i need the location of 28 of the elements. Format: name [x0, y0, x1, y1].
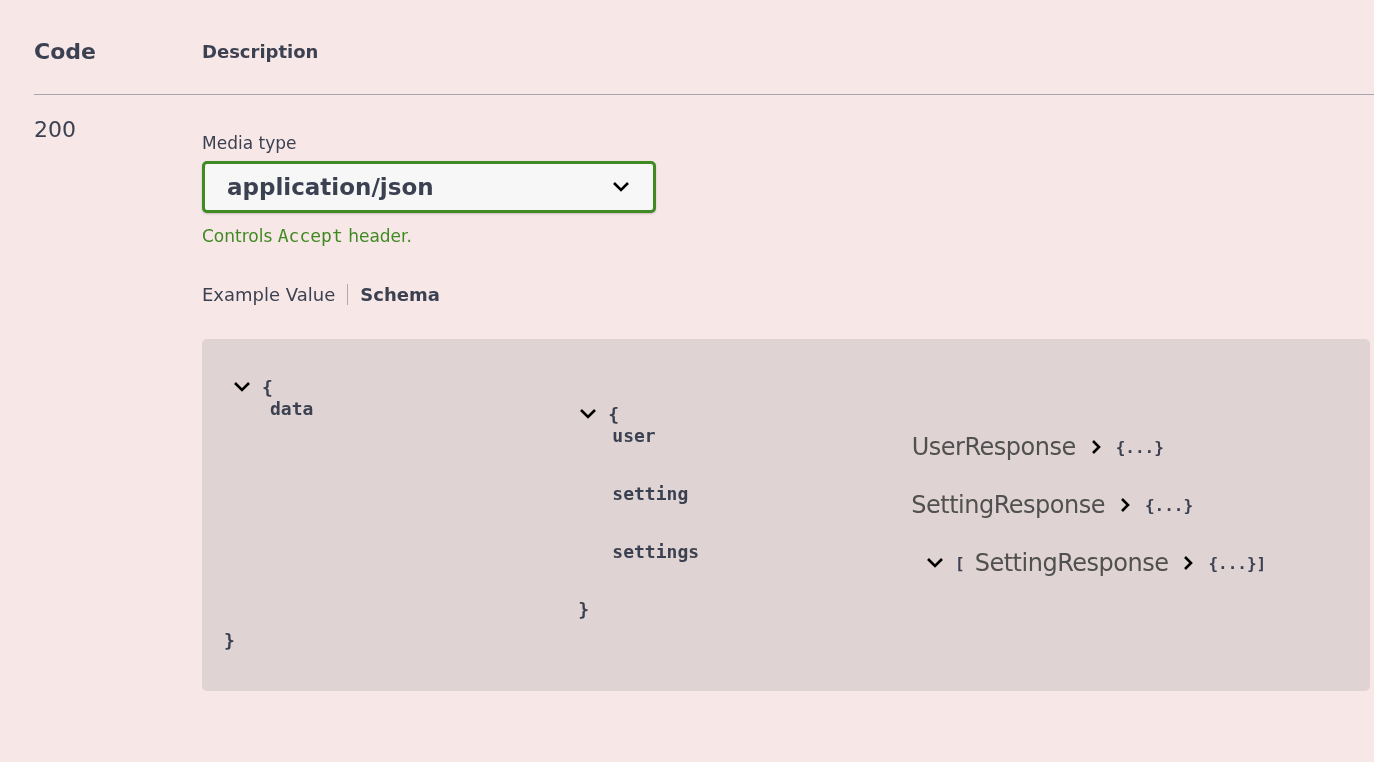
column-header: Code [34, 37, 97, 64]
type-name: SettingResponse [974, 549, 1169, 577]
array-open-bracket: [ [955, 553, 965, 573]
property-key: setting [612, 483, 689, 504]
media-type-label: Media type [202, 133, 297, 153]
collapsed-object[interactable]: {...} [1115, 437, 1164, 457]
chevron-down-icon[interactable] [578, 407, 599, 421]
chevron-down-icon[interactable] [232, 380, 252, 394]
type-name: SettingResponse [911, 491, 1105, 519]
chevron-down-icon[interactable] [611, 180, 631, 194]
open-brace: { [262, 377, 273, 398]
close-brace: } [578, 599, 590, 620]
response-code: 200 [34, 117, 77, 144]
chevron-down-icon[interactable] [925, 555, 946, 570]
property-key: settings [612, 541, 700, 562]
tab[interactable]: Schema [347, 284, 452, 305]
open-brace: { [608, 404, 620, 425]
close-brace: } [224, 630, 235, 651]
hint-text: Controls Accept header. [202, 225, 412, 246]
tab[interactable]: Example Value [202, 284, 348, 305]
column-header: Description [202, 39, 320, 62]
collapsed-object[interactable]: {...} [1208, 553, 1257, 573]
collapsed-object[interactable]: {...} [1144, 495, 1194, 515]
media-type-select[interactable]: application/json [202, 161, 656, 213]
type-name: UserResponse [911, 433, 1076, 461]
property-key: data [270, 398, 314, 419]
array-close-bracket: ] [1256, 553, 1267, 573]
property-key: user [612, 425, 656, 446]
